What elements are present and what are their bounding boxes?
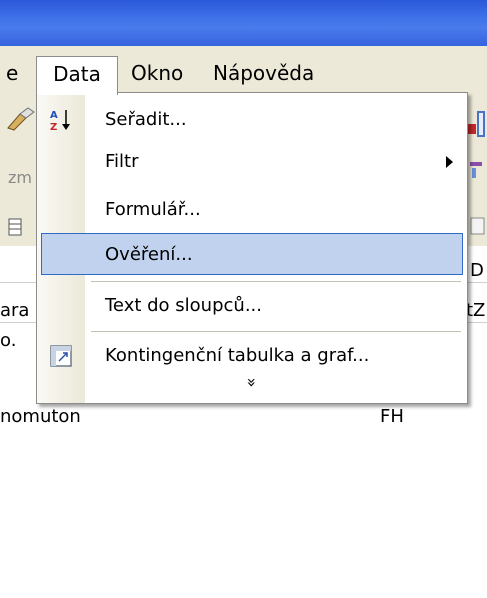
sheet-fragment: tZ: [466, 300, 486, 321]
svg-text:Z: Z: [50, 122, 57, 132]
expand-menu-chevron-icon[interactable]: »: [243, 168, 262, 598]
menu-item-label: Ověření...: [105, 244, 193, 265]
sheet-fragment: ara: [0, 300, 30, 321]
svg-text:A: A: [50, 110, 58, 121]
menu-napoveda[interactable]: Nápověda: [213, 56, 314, 90]
toolbar-fragment-zm: zm: [8, 168, 32, 187]
menu-item-label: Seřadit...: [105, 109, 187, 130]
menu-separator: [91, 281, 461, 282]
sheet-fragment: FH: [380, 406, 404, 427]
data-dropdown-menu: A Z Seřadit... Filtr Formulář... Ověření…: [36, 92, 468, 404]
sort-az-icon: A Z: [50, 110, 70, 132]
chart-tool-icon[interactable]: [468, 156, 486, 182]
box-tool-icon[interactable]: [470, 216, 486, 236]
menu-bar: e Data Okno Nápověda: [0, 46, 487, 97]
menu-data[interactable]: Data: [36, 56, 118, 95]
menu-separator: [91, 331, 461, 332]
sheet-fragment: nomuton: [0, 406, 81, 427]
grid-icon[interactable]: [8, 218, 22, 236]
brush-icon[interactable]: [6, 106, 36, 132]
sheet-fragment: D: [470, 260, 484, 281]
window-titlebar: [0, 0, 487, 46]
submenu-arrow-icon: [446, 156, 453, 168]
sheet-fragment: o.: [0, 330, 17, 351]
red-tool-icon[interactable]: [466, 110, 486, 138]
pivot-table-icon: [50, 345, 72, 367]
menu-item-label: Formulář...: [105, 199, 201, 220]
menu-okno[interactable]: Okno: [131, 56, 183, 90]
menu-data-label: Data: [53, 62, 101, 86]
menu-fragment-left: e: [6, 61, 19, 85]
menu-item-seradit[interactable]: A Z Seřadit...: [37, 99, 467, 141]
menu-item-label: Filtr: [105, 151, 139, 172]
menu-item-label: Text do sloupců...: [105, 295, 262, 316]
menu-item-label: Kontingenční tabulka a graf...: [105, 345, 370, 366]
